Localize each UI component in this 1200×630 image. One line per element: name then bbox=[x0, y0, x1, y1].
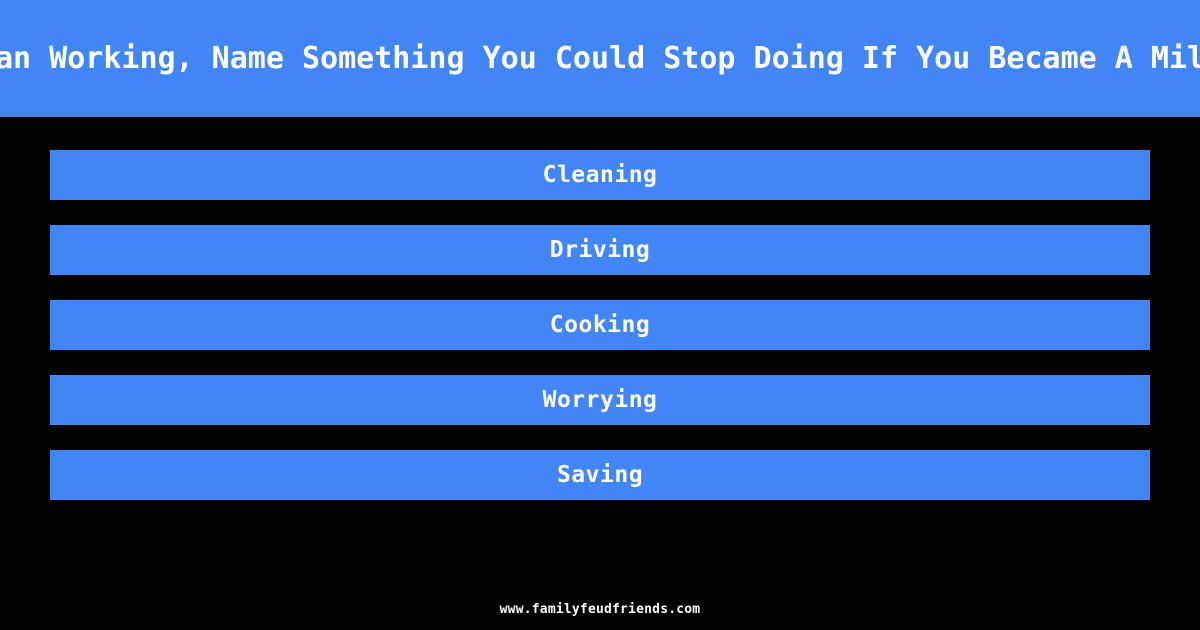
answer-row-2[interactable]: Driving bbox=[50, 225, 1150, 275]
family-feud-answer-card: Other Than Working, Name Something You C… bbox=[0, 0, 1200, 630]
answer-row-3[interactable]: Cooking bbox=[50, 300, 1150, 350]
answer-row-4[interactable]: Worrying bbox=[50, 375, 1150, 425]
answer-label: Driving bbox=[549, 237, 651, 263]
answer-row-1[interactable]: Cleaning bbox=[50, 150, 1150, 200]
answer-label: Saving bbox=[556, 462, 644, 488]
answer-row-5[interactable]: Saving bbox=[50, 450, 1150, 500]
answer-label: Worrying bbox=[542, 387, 658, 413]
footer: www.familyfeudfriends.com bbox=[0, 598, 1200, 617]
site-url: www.familyfeudfriends.com bbox=[499, 602, 701, 617]
answer-label: Cooking bbox=[549, 312, 651, 338]
question-banner: Other Than Working, Name Something You C… bbox=[0, 0, 1200, 117]
answers-list: Cleaning Driving Cooking Worrying Saving bbox=[50, 150, 1150, 500]
question-text: Other Than Working, Name Something You C… bbox=[0, 41, 1200, 76]
answer-label: Cleaning bbox=[542, 162, 658, 188]
